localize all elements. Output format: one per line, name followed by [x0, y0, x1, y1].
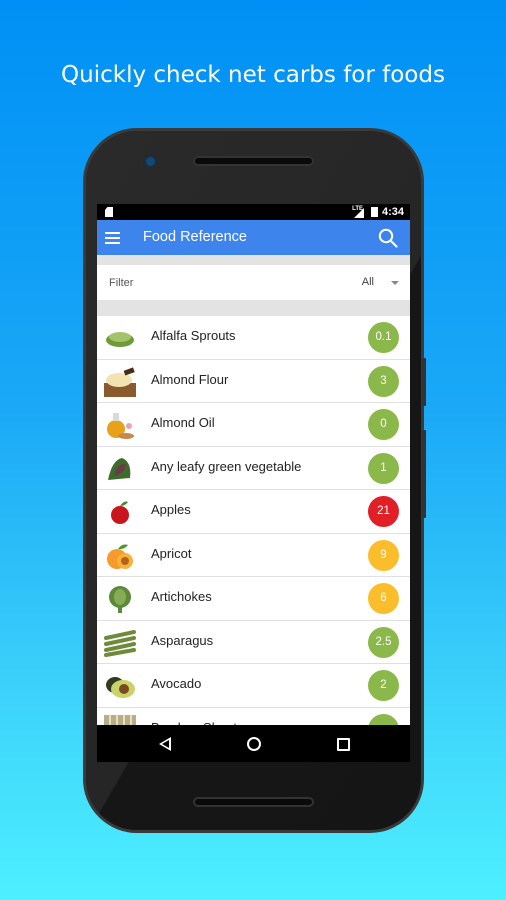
net-carbs-badge: 3 — [368, 365, 399, 397]
food-name: Avocado — [151, 676, 202, 691]
net-carbs-badge: 21 — [368, 496, 399, 527]
avocado-image — [104, 671, 136, 701]
food-list-item[interactable]: Alfalfa Sprouts 0.1 — [97, 316, 410, 360]
asparagus-image — [104, 628, 136, 658]
greens-image — [104, 454, 136, 484]
net-carbs-badge: 2.5 — [368, 626, 399, 658]
oil-image — [104, 410, 136, 440]
food-name: Apples — [151, 502, 191, 517]
food-list-item[interactable]: Asparagus 2.5 — [97, 620, 410, 664]
divider-band — [97, 255, 410, 265]
artichoke-image — [104, 584, 136, 614]
apricot-image — [104, 541, 136, 571]
food-list-item[interactable]: Apples 21 — [97, 490, 410, 534]
apple-image — [104, 497, 136, 527]
home-icon[interactable] — [247, 737, 261, 751]
divider-band — [97, 300, 410, 316]
filter-label: Filter — [109, 277, 134, 289]
power-button — [422, 358, 426, 406]
status-bar: LTE 4:34 — [97, 204, 410, 220]
food-list-item[interactable]: Almond Oil 0 — [97, 403, 410, 447]
bottom-speaker — [193, 797, 314, 807]
back-icon[interactable] — [159, 737, 171, 751]
food-list-item[interactable]: Artichokes 6 — [97, 577, 410, 621]
battery-icon — [371, 207, 378, 217]
filter-dropdown[interactable]: Filter All — [97, 265, 410, 300]
food-list-item[interactable]: Any leafy green vegetable 1 — [97, 446, 410, 490]
food-list-item[interactable]: Apricot 9 — [97, 533, 410, 577]
food-name: Artichokes — [151, 589, 212, 604]
headline: Quickly check net carbs for foods — [61, 62, 445, 88]
net-carbs-badge: 0 — [368, 409, 399, 440]
app-title: Food Reference — [143, 229, 247, 245]
clock: 4:34 — [381, 206, 404, 218]
food-name: Asparagus — [151, 632, 214, 648]
hamburger-menu-icon[interactable] — [105, 232, 120, 244]
app-bar: Food Reference — [97, 220, 410, 255]
net-carbs-badge: 0.1 — [368, 322, 399, 353]
volume-button — [422, 430, 426, 518]
net-carbs-badge: 6 — [368, 583, 399, 614]
food-name: Apricot — [151, 545, 192, 561]
food-list: Alfalfa Sprouts 0.1 Almond Flour 3 Almond Oi… — [97, 316, 410, 751]
chevron-down-icon[interactable] — [391, 281, 399, 285]
flour-image — [104, 366, 136, 397]
app-screen: LTE 4:34 Food Reference Filter All Alfal… — [97, 204, 410, 762]
recent-apps-icon[interactable] — [337, 738, 350, 751]
net-carbs-badge: 9 — [368, 539, 399, 571]
filter-selected-value[interactable]: All — [362, 276, 374, 288]
navigation-bar — [97, 725, 410, 762]
search-icon[interactable] — [378, 228, 398, 248]
food-name: Any leafy green vegetable — [151, 458, 302, 474]
net-carbs-badge: 1 — [368, 452, 399, 484]
food-list-item[interactable]: Almond Flour 3 — [97, 359, 410, 403]
front-camera — [146, 157, 155, 166]
sd-card-icon — [105, 207, 113, 217]
food-name: Alfalfa Sprouts — [151, 328, 236, 343]
signal-icon — [354, 208, 364, 218]
sprouts-image — [104, 323, 136, 353]
food-list-item[interactable]: Avocado 2 — [97, 664, 410, 708]
food-name: Almond Flour — [151, 371, 229, 387]
net-carbs-badge: 2 — [368, 670, 399, 701]
food-name: Almond Oil — [151, 415, 215, 430]
top-speaker — [193, 156, 314, 166]
